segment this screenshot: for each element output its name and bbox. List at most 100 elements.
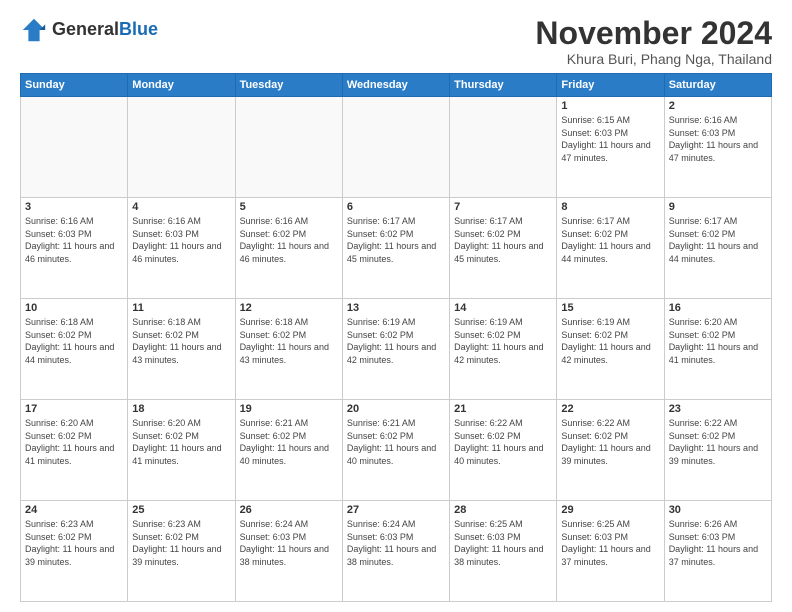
- day-number: 19: [240, 403, 338, 415]
- day-number: 5: [240, 201, 338, 213]
- logo-icon: [20, 16, 48, 44]
- weekday-header-saturday: Saturday: [664, 74, 771, 97]
- day-number: 18: [132, 403, 230, 415]
- day-cell-16: 16 Sunrise: 6:20 AMSunset: 6:02 PMDayligh…: [664, 299, 771, 400]
- day-cell-28: 28Sunrise: 6:25 AMSunset: 6:03 PMDayligh…: [450, 501, 557, 602]
- day-number: 25: [132, 504, 230, 516]
- day-number: 28: [454, 504, 552, 516]
- day-info: Sunrise: 6:16 AMSunset: 6:03 PMDaylight:…: [25, 215, 123, 265]
- day-number: 7: [454, 201, 552, 213]
- week-row-5: 24 Sunrise: 6:23 AMSunset: 6:02 PMDayligh…: [21, 501, 772, 602]
- week-row-3: 10 Sunrise: 6:18 AMSunset: 6:02 PMDayligh…: [21, 299, 772, 400]
- title-area: November 2024 Khura Buri, Phang Nga, Tha…: [535, 16, 772, 67]
- day-cell-27: 27 Sunrise: 6:24 AMSunset: 6:03 PMDayligh…: [342, 501, 449, 602]
- day-number: 16: [669, 302, 767, 314]
- day-cell-2: 2 Sunrise: 6:16 AMSunset: 6:03 PMDaylight…: [664, 97, 771, 198]
- weekday-header-row: SundayMondayTuesdayWednesdayThursdayFrid…: [21, 74, 772, 97]
- day-number: 6: [347, 201, 445, 213]
- day-number: 20: [347, 403, 445, 415]
- empty-cell: [128, 97, 235, 198]
- day-cell-12: 12Sunrise: 6:18 AMSunset: 6:02 PMDayligh…: [235, 299, 342, 400]
- day-number: 2: [669, 100, 767, 112]
- page: General Blue November 2024 Khura Buri, P…: [0, 0, 792, 612]
- day-cell-6: 6 Sunrise: 6:17 AMSunset: 6:02 PMDaylight…: [342, 198, 449, 299]
- day-cell-8: 8 Sunrise: 6:17 AMSunset: 6:02 PMDaylight…: [557, 198, 664, 299]
- day-info: Sunrise: 6:21 AMSunset: 6:02 PMDaylight:…: [240, 417, 338, 467]
- weekday-header-sunday: Sunday: [21, 74, 128, 97]
- day-info: Sunrise: 6:22 AMSunset: 6:02 PMDaylight:…: [561, 417, 659, 467]
- day-cell-15: 15Sunrise: 6:19 AMSunset: 6:02 PMDayligh…: [557, 299, 664, 400]
- day-info: Sunrise: 6:22 AMSunset: 6:02 PMDaylight:…: [669, 417, 767, 467]
- day-info: Sunrise: 6:23 AMSunset: 6:02 PMDaylight:…: [25, 518, 123, 568]
- day-cell-21: 21 Sunrise: 6:22 AMSunset: 6:02 PMDayligh…: [450, 400, 557, 501]
- empty-cell: [235, 97, 342, 198]
- week-row-2: 3 Sunrise: 6:16 AMSunset: 6:03 PMDaylight…: [21, 198, 772, 299]
- day-info: Sunrise: 6:20 AMSunset: 6:02 PMDaylight:…: [132, 417, 230, 467]
- empty-cell: [342, 97, 449, 198]
- logo-general: General: [52, 20, 119, 40]
- day-info: Sunrise: 6:17 AMSunset: 6:02 PMDaylight:…: [561, 215, 659, 265]
- day-number: 24: [25, 504, 123, 516]
- day-number: 26: [240, 504, 338, 516]
- day-number: 10: [25, 302, 123, 314]
- day-info: Sunrise: 6:24 AMSunset: 6:03 PMDaylight:…: [347, 518, 445, 568]
- day-cell-3: 3 Sunrise: 6:16 AMSunset: 6:03 PMDaylight…: [21, 198, 128, 299]
- day-cell-19: 19 Sunrise: 6:21 AMSunset: 6:02 PMDayligh…: [235, 400, 342, 501]
- week-row-1: 1Sunrise: 6:15 AMSunset: 6:03 PMDaylight…: [21, 97, 772, 198]
- day-cell-30: 30 Sunrise: 6:26 AMSunset: 6:03 PMDayligh…: [664, 501, 771, 602]
- day-info: Sunrise: 6:21 AMSunset: 6:02 PMDaylight:…: [347, 417, 445, 467]
- day-number: 17: [25, 403, 123, 415]
- day-cell-20: 20 Sunrise: 6:21 AMSunset: 6:02 PMDayligh…: [342, 400, 449, 501]
- day-number: 22: [561, 403, 659, 415]
- day-number: 14: [454, 302, 552, 314]
- day-cell-17: 17 Sunrise: 6:20 AMSunset: 6:02 PMDayligh…: [21, 400, 128, 501]
- calendar-body: 1Sunrise: 6:15 AMSunset: 6:03 PMDaylight…: [21, 97, 772, 602]
- day-number: 27: [347, 504, 445, 516]
- day-info: Sunrise: 6:18 AMSunset: 6:02 PMDaylight:…: [240, 316, 338, 366]
- day-info: Sunrise: 6:16 AMSunset: 6:02 PMDaylight:…: [240, 215, 338, 265]
- location-title: Khura Buri, Phang Nga, Thailand: [535, 51, 772, 67]
- day-info: Sunrise: 6:26 AMSunset: 6:03 PMDaylight:…: [669, 518, 767, 568]
- week-row-4: 17 Sunrise: 6:20 AMSunset: 6:02 PMDayligh…: [21, 400, 772, 501]
- day-number: 4: [132, 201, 230, 213]
- day-number: 1: [561, 100, 659, 112]
- day-info: Sunrise: 6:17 AMSunset: 6:02 PMDaylight:…: [454, 215, 552, 265]
- day-number: 8: [561, 201, 659, 213]
- day-number: 30: [669, 504, 767, 516]
- day-info: Sunrise: 6:20 AMSunset: 6:02 PMDaylight:…: [669, 316, 767, 366]
- day-info: Sunrise: 6:16 AMSunset: 6:03 PMDaylight:…: [669, 114, 767, 164]
- day-number: 11: [132, 302, 230, 314]
- calendar: SundayMondayTuesdayWednesdayThursdayFrid…: [20, 73, 772, 602]
- day-info: Sunrise: 6:19 AMSunset: 6:02 PMDaylight:…: [347, 316, 445, 366]
- day-number: 9: [669, 201, 767, 213]
- day-number: 13: [347, 302, 445, 314]
- weekday-header-tuesday: Tuesday: [235, 74, 342, 97]
- day-cell-1: 1Sunrise: 6:15 AMSunset: 6:03 PMDaylight…: [557, 97, 664, 198]
- day-cell-24: 24 Sunrise: 6:23 AMSunset: 6:02 PMDayligh…: [21, 501, 128, 602]
- weekday-header-thursday: Thursday: [450, 74, 557, 97]
- day-cell-9: 9 Sunrise: 6:17 AMSunset: 6:02 PMDaylight…: [664, 198, 771, 299]
- day-info: Sunrise: 6:17 AMSunset: 6:02 PMDaylight:…: [347, 215, 445, 265]
- day-info: Sunrise: 6:22 AMSunset: 6:02 PMDaylight:…: [454, 417, 552, 467]
- logo-area: General Blue: [20, 16, 158, 44]
- day-cell-23: 23 Sunrise: 6:22 AMSunset: 6:02 PMDayligh…: [664, 400, 771, 501]
- day-info: Sunrise: 6:20 AMSunset: 6:02 PMDaylight:…: [25, 417, 123, 467]
- day-number: 3: [25, 201, 123, 213]
- day-cell-25: 25Sunrise: 6:23 AMSunset: 6:02 PMDayligh…: [128, 501, 235, 602]
- day-number: 21: [454, 403, 552, 415]
- day-cell-7: 7 Sunrise: 6:17 AMSunset: 6:02 PMDaylight…: [450, 198, 557, 299]
- day-info: Sunrise: 6:18 AMSunset: 6:02 PMDaylight:…: [25, 316, 123, 366]
- header: General Blue November 2024 Khura Buri, P…: [20, 16, 772, 67]
- day-cell-14: 14 Sunrise: 6:19 AMSunset: 6:02 PMDayligh…: [450, 299, 557, 400]
- weekday-header-wednesday: Wednesday: [342, 74, 449, 97]
- day-info: Sunrise: 6:19 AMSunset: 6:02 PMDaylight:…: [454, 316, 552, 366]
- day-cell-29: 29Sunrise: 6:25 AMSunset: 6:03 PMDayligh…: [557, 501, 664, 602]
- day-number: 23: [669, 403, 767, 415]
- day-cell-22: 22 Sunrise: 6:22 AMSunset: 6:02 PMDayligh…: [557, 400, 664, 501]
- day-info: Sunrise: 6:19 AMSunset: 6:02 PMDaylight:…: [561, 316, 659, 366]
- day-info: Sunrise: 6:17 AMSunset: 6:02 PMDaylight:…: [669, 215, 767, 265]
- day-cell-11: 11Sunrise: 6:18 AMSunset: 6:02 PMDayligh…: [128, 299, 235, 400]
- logo-blue: Blue: [119, 20, 158, 40]
- day-cell-5: 5 Sunrise: 6:16 AMSunset: 6:02 PMDaylight…: [235, 198, 342, 299]
- empty-cell: [21, 97, 128, 198]
